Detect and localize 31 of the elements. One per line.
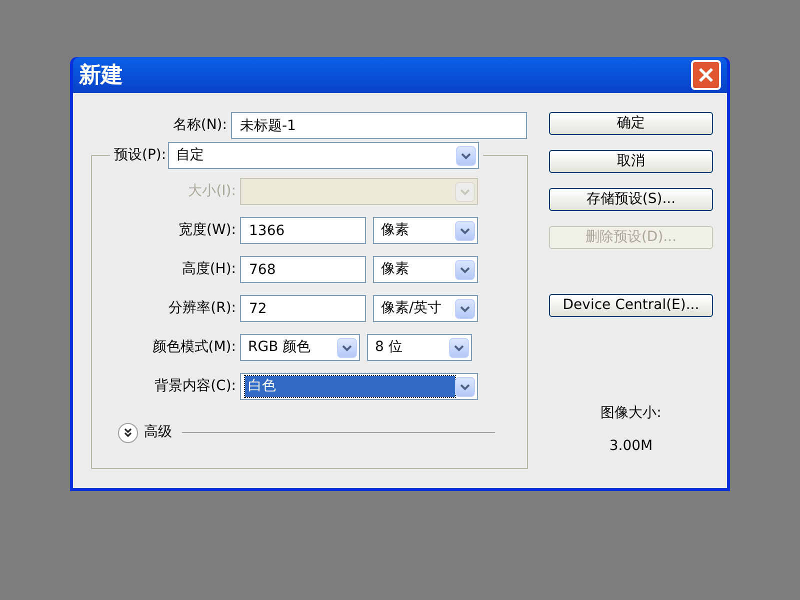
field-label: 名称(N): bbox=[172, 116, 227, 135]
dropdown[interactable]: 白色 bbox=[240, 373, 478, 400]
field-label: 高度(H): bbox=[180, 260, 236, 279]
dropdown[interactable]: 像素 bbox=[373, 256, 478, 283]
field-label: 预设(P): bbox=[114, 146, 166, 165]
input-field[interactable]: 1366 bbox=[240, 217, 366, 244]
section-label: 高级 bbox=[144, 423, 172, 442]
close-icon bbox=[698, 67, 714, 83]
dropdown[interactable]: RGB 颜色 bbox=[240, 334, 360, 361]
field-label: 分辨率(R): bbox=[168, 299, 236, 318]
dropdown[interactable]: 像素/英寸 bbox=[373, 295, 478, 322]
input-field[interactable]: 768 bbox=[240, 256, 366, 283]
image-size-value: 3.00M bbox=[609, 437, 653, 456]
field-label: 宽度(W): bbox=[178, 221, 236, 240]
dialog-button[interactable]: 取消 bbox=[549, 150, 713, 173]
image-size-label: 图像大小: bbox=[600, 404, 662, 423]
close-button[interactable] bbox=[691, 60, 721, 90]
double-chevron-icon bbox=[123, 428, 133, 438]
dialog-button[interactable]: 存储预设(S)... bbox=[549, 188, 713, 211]
dropdown[interactable]: 像素 bbox=[373, 217, 478, 244]
expand-button[interactable] bbox=[118, 422, 138, 442]
field-label: 背景内容(C): bbox=[154, 377, 236, 396]
field-label: 颜色模式(M): bbox=[151, 338, 236, 357]
input-field[interactable]: 未标题-1 bbox=[231, 112, 527, 139]
dialog-button[interactable]: 确定 bbox=[549, 112, 713, 135]
window-title: 新建 bbox=[79, 62, 123, 90]
input-field[interactable]: 72 bbox=[240, 295, 366, 322]
dialog-button[interactable]: Device Central(E)... bbox=[549, 294, 713, 317]
dropdown[interactable]: 8 位 bbox=[367, 334, 472, 361]
dropdown[interactable]: 自定 bbox=[168, 142, 480, 169]
field-label: 大小(I): bbox=[187, 182, 236, 201]
